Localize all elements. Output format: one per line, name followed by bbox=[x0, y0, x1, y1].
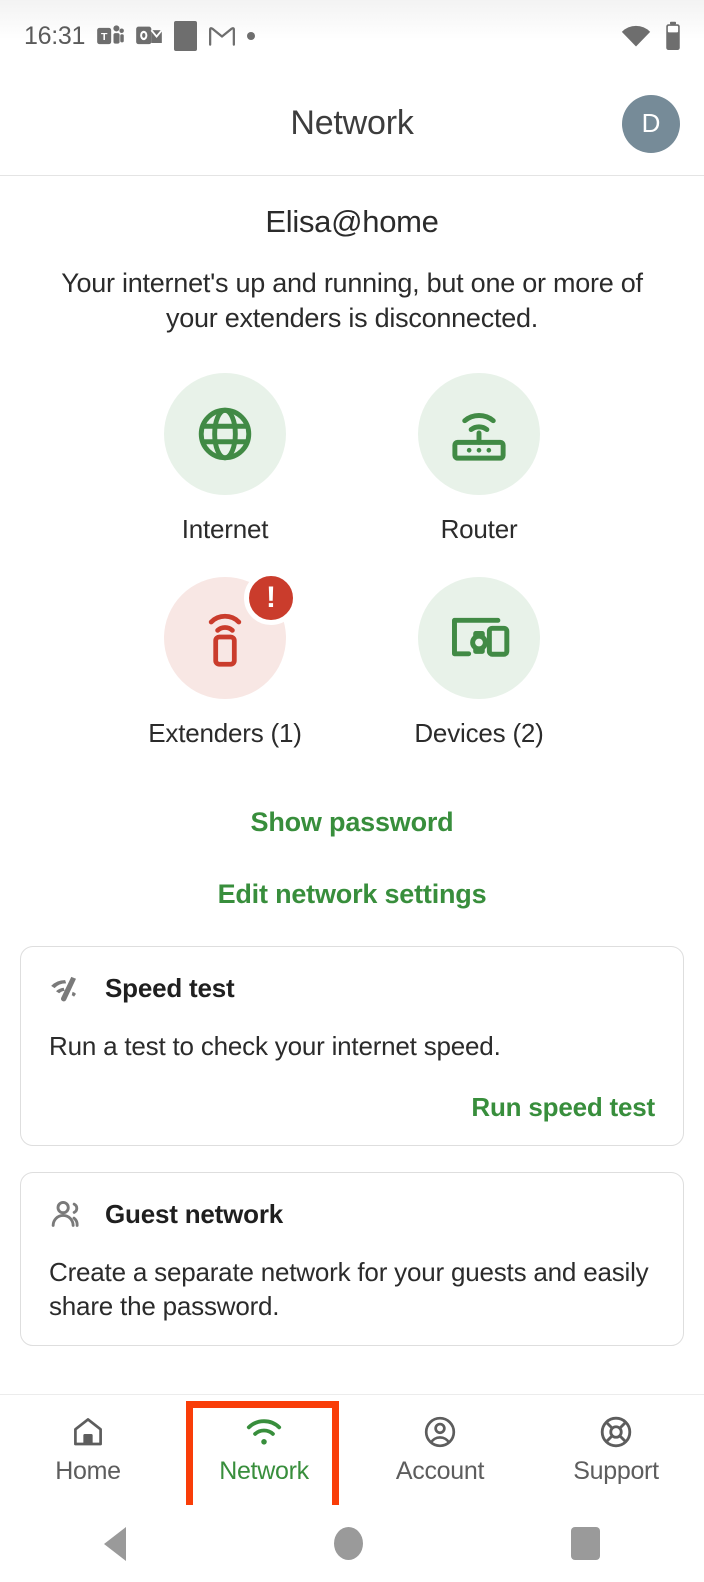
nav-item-account-label: Account bbox=[396, 1457, 484, 1486]
notification-dot-icon bbox=[247, 32, 255, 40]
tile-row: ! Extenders (1) bbox=[0, 577, 704, 749]
tile-devices-circle bbox=[418, 577, 540, 699]
speed-test-card-title: Speed test bbox=[105, 973, 235, 1004]
edit-network-settings-row: Edit network settings bbox=[0, 879, 704, 910]
guest-network-card[interactable]: Guest network Create a separate network … bbox=[20, 1172, 684, 1347]
home-button[interactable] bbox=[334, 1527, 363, 1560]
run-speed-test-button[interactable]: Run speed test bbox=[471, 1092, 655, 1122]
nav-item-home-label: Home bbox=[55, 1457, 121, 1486]
guest-network-card-body: Create a separate network for your guest… bbox=[49, 1256, 655, 1324]
nav-item-home[interactable]: Home bbox=[0, 1414, 176, 1486]
nav-item-network[interactable]: Network bbox=[176, 1414, 352, 1486]
speed-test-card[interactable]: Speed test Run a test to check your inte… bbox=[20, 946, 684, 1146]
tile-router-circle bbox=[418, 373, 540, 495]
recents-button[interactable] bbox=[571, 1527, 600, 1560]
account-icon bbox=[422, 1414, 458, 1450]
page-title: Network bbox=[290, 104, 413, 143]
network-name: Elisa@home bbox=[0, 204, 704, 240]
router-icon bbox=[447, 404, 511, 464]
svg-text:T: T bbox=[101, 31, 108, 43]
avatar-initial: D bbox=[642, 108, 661, 139]
alert-badge-text: ! bbox=[266, 583, 276, 613]
tile-extenders-circle: ! bbox=[164, 577, 286, 699]
wifi-icon bbox=[620, 23, 652, 49]
tile-router[interactable]: Router bbox=[386, 373, 572, 545]
android-system-navigation bbox=[0, 1505, 704, 1582]
edit-network-settings-link[interactable]: Edit network settings bbox=[218, 879, 487, 909]
speed-test-icon bbox=[49, 974, 87, 1004]
nav-item-support[interactable]: Support bbox=[528, 1414, 704, 1486]
globe-icon bbox=[194, 403, 256, 465]
guest-network-card-header: Guest network bbox=[49, 1199, 655, 1230]
wifi-icon bbox=[245, 1414, 283, 1450]
tile-internet-circle bbox=[164, 373, 286, 495]
tile-router-label: Router bbox=[441, 514, 518, 545]
guest-network-card-title: Guest network bbox=[105, 1199, 283, 1230]
square-app-icon bbox=[174, 21, 197, 51]
nav-item-account[interactable]: Account bbox=[352, 1414, 528, 1486]
alert-badge: ! bbox=[244, 571, 298, 625]
network-status-tiles: Internet R bbox=[0, 373, 704, 749]
speed-test-card-body: Run a test to check your internet speed. bbox=[49, 1030, 655, 1064]
show-password-row: Show password bbox=[0, 807, 704, 838]
app-root: 16:31 T bbox=[0, 0, 704, 1582]
home-icon bbox=[70, 1414, 106, 1450]
back-button[interactable] bbox=[104, 1527, 126, 1561]
tile-row: Internet R bbox=[0, 373, 704, 545]
speed-test-card-action: Run speed test bbox=[49, 1092, 655, 1123]
app-bar: Network D bbox=[0, 72, 704, 176]
show-password-link[interactable]: Show password bbox=[251, 807, 454, 837]
teams-icon: T bbox=[96, 22, 124, 50]
nav-item-network-label: Network bbox=[219, 1457, 309, 1486]
outlook-icon bbox=[135, 23, 163, 49]
tile-extenders[interactable]: ! Extenders (1) bbox=[132, 577, 318, 749]
tile-internet[interactable]: Internet bbox=[132, 373, 318, 545]
status-bar: 16:31 T bbox=[0, 0, 704, 72]
extender-icon bbox=[201, 607, 249, 669]
battery-icon bbox=[664, 21, 682, 51]
guest-people-icon bbox=[49, 1199, 87, 1229]
tile-devices[interactable]: Devices (2) bbox=[386, 577, 572, 749]
status-bar-right bbox=[620, 21, 682, 51]
bottom-navigation: Home Network Account bbox=[0, 1394, 704, 1505]
main-content: Elisa@home Your internet's up and runnin… bbox=[0, 177, 704, 1390]
gmail-icon bbox=[208, 24, 236, 48]
network-status-message: Your internet's up and running, but one … bbox=[32, 266, 672, 335]
tile-internet-label: Internet bbox=[182, 514, 269, 545]
speed-test-card-header: Speed test bbox=[49, 973, 655, 1004]
nav-item-support-label: Support bbox=[573, 1457, 658, 1486]
status-bar-clock: 16:31 bbox=[24, 22, 85, 51]
tile-devices-label: Devices (2) bbox=[414, 718, 543, 749]
devices-icon bbox=[446, 610, 512, 666]
avatar[interactable]: D bbox=[622, 95, 680, 153]
tile-extenders-label: Extenders (1) bbox=[148, 718, 301, 749]
support-icon bbox=[598, 1414, 634, 1450]
status-bar-left: 16:31 T bbox=[24, 21, 255, 51]
